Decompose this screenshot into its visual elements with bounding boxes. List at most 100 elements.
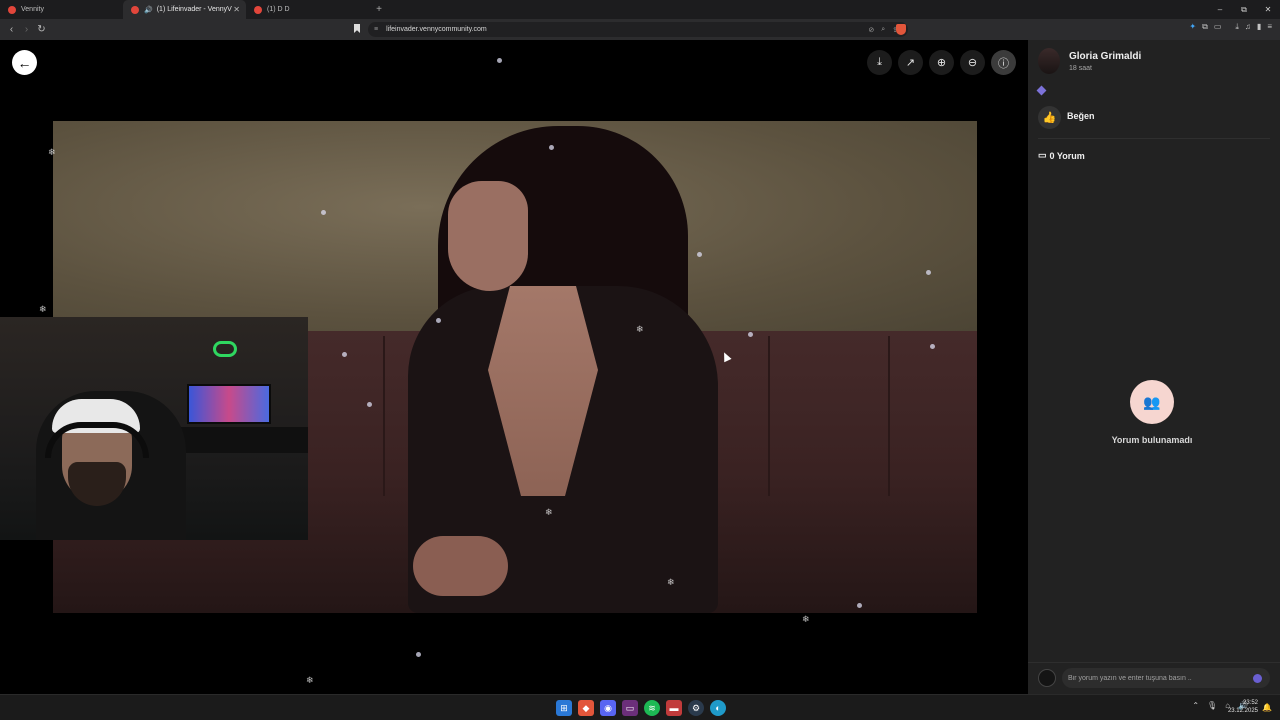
browser-tab-active[interactable]: 🔊 (1) Lifeinvader - VennyV ✕ (123, 0, 246, 19)
no-comments-text: Yorum bulunamadı (1111, 435, 1193, 445)
address-bar-icons: ⊘ ⌕ ⇪ (868, 26, 898, 34)
reload-icon[interactable]: ↻ (34, 24, 49, 35)
windows-taskbar: ⊞ ◆ ◉ ▭ ≋ ▬ ⚙ ◐ ⌃ 🎙 ⌂ 🔊 23:52 23.12.2025… (0, 694, 1280, 720)
comment-count: ▭ 0 Yorum (1038, 150, 1085, 161)
clock-time: 23:52 (1242, 700, 1258, 706)
snow-dot (549, 145, 554, 150)
snow-dot (697, 252, 702, 257)
info-icon: ⓘ (998, 57, 1009, 70)
address-bar[interactable]: ≡ lifeinvader.vennycommunity.com ⊘ ⌕ ⇪ (368, 22, 908, 37)
arrow-left-icon: ← (17, 54, 32, 71)
background-monitor (187, 384, 271, 424)
sofa-seam (383, 336, 385, 496)
comment-input[interactable] (1062, 668, 1270, 688)
notification-icon[interactable]: 🔔 (1262, 703, 1272, 712)
restore-button[interactable]: ⧉ (1232, 5, 1256, 15)
post-side-panel: Gloria Grimaldi 18 saat 👍 Beğen ▭ 0 Yoru… (1028, 40, 1280, 694)
browser-tab[interactable]: (1) D D (246, 0, 369, 19)
taskbar-clock[interactable]: 23:52 23.12.2025 (1228, 699, 1258, 715)
snow-dot (416, 652, 421, 657)
post-time: 18 saat (1069, 65, 1092, 72)
microphone-icon[interactable]: 🎙 (1207, 701, 1217, 710)
zoom-out-button[interactable]: ⊖ (960, 50, 985, 75)
browser-tab[interactable]: Vennity (0, 0, 123, 19)
zoom-in-icon: ⊕ (936, 57, 947, 69)
brave-shields-icon[interactable] (896, 24, 906, 35)
open-external-button[interactable]: ↗ (898, 50, 923, 75)
like-button[interactable]: 👍 (1038, 106, 1061, 129)
discord-icon[interactable]: ◉ (600, 700, 616, 716)
taskbar-apps: ⊞ ◆ ◉ ▭ ≋ ▬ ⚙ ◐ (556, 700, 726, 716)
snow-dot (342, 352, 347, 357)
author-avatar[interactable] (1038, 48, 1060, 74)
download-icon: ⤓ (877, 56, 882, 68)
snow-dot (321, 210, 326, 215)
image-figure-face (448, 181, 528, 291)
app-icon[interactable]: ▬ (666, 700, 682, 716)
back-nav-icon[interactable]: ‹ (4, 24, 19, 35)
translate-icon[interactable]: ✦ (1189, 22, 1196, 32)
xbox-neon-sign (213, 341, 237, 357)
windows-start-icon[interactable]: ⊞ (556, 700, 572, 716)
send-icon[interactable] (1253, 674, 1262, 683)
snow-dot (857, 603, 862, 608)
viewer-toolbar: ⤓ ↗ ⊕ ⊖ ⓘ (867, 50, 1016, 75)
close-window-button[interactable]: ✕ (1256, 5, 1280, 14)
snow-dot (497, 58, 502, 63)
snow-dot (367, 402, 372, 407)
no-comments-icon: 👥 (1130, 380, 1174, 424)
back-button[interactable]: ← (12, 50, 37, 75)
edge-icon[interactable]: ◐ (710, 700, 726, 716)
sofa-seam (768, 336, 770, 496)
snowflake-icon: ❄ (306, 675, 314, 685)
extensions-icon[interactable]: ⧉ (1202, 22, 1208, 32)
snowflake-icon: ❄ (802, 614, 810, 624)
browser-tab-bar: Vennity 🔊 (1) Lifeinvader - VennyV ✕ (1)… (0, 0, 1280, 19)
open-external-icon: ↗ (905, 57, 916, 69)
snowflake-icon: ❄ (667, 577, 675, 587)
zoom-out-icon: ⊖ (967, 57, 978, 69)
forward-nav-icon[interactable]: › (19, 24, 34, 35)
like-label[interactable]: Beğen (1067, 111, 1095, 121)
comments-icon: ▭ (1038, 150, 1047, 160)
author-name[interactable]: Gloria Grimaldi (1069, 51, 1141, 62)
snow-dot (926, 270, 931, 275)
streamer-headphones (45, 422, 149, 458)
media-icon[interactable]: ♫ (1245, 22, 1251, 32)
minimize-button[interactable]: – (1208, 5, 1232, 14)
zoom-icon[interactable]: ⌕ (881, 26, 885, 34)
browser-extension-icons: ✦ ⧉ ▭ ⤓ ♫ ▮ ≡ (1189, 22, 1272, 32)
tab-title: (1) D D (267, 6, 290, 13)
download-manager-icon[interactable]: ⤓ (1235, 22, 1239, 32)
brave-icon[interactable]: ◆ (578, 700, 594, 716)
tab-favicon-icon (131, 5, 139, 14)
image-figure-hands (413, 536, 508, 596)
steam-icon[interactable]: ⚙ (688, 700, 704, 716)
clock-date: 23.12.2025 (1227, 708, 1258, 714)
close-tab-icon[interactable]: ✕ (233, 5, 240, 14)
thumbs-up-icon: 👍 (1042, 112, 1057, 124)
eye-slash-icon[interactable]: ⊘ (868, 26, 874, 34)
wallet-icon[interactable]: ▭ (1214, 22, 1222, 32)
site-settings-icon[interactable]: ≡ (374, 26, 378, 33)
menu-icon[interactable]: ≡ (1267, 22, 1272, 32)
url-text: lifeinvader.vennycommunity.com (386, 26, 487, 33)
download-button[interactable]: ⤓ (867, 50, 892, 75)
info-button[interactable]: ⓘ (991, 50, 1016, 75)
snow-dot (748, 332, 753, 337)
chevron-up-icon[interactable]: ⌃ (1192, 701, 1199, 710)
snowflake-icon: ❄ (39, 304, 47, 314)
comment-composer (1028, 662, 1280, 694)
app-icon[interactable]: ▭ (622, 700, 638, 716)
spotify-icon[interactable]: ≋ (644, 700, 660, 716)
tab-title: (1) Lifeinvader - VennyV (156, 6, 232, 13)
comment-count-label: 0 Yorum (1049, 150, 1085, 161)
tab-favicon-icon (8, 5, 16, 14)
speaker-icon[interactable]: 🔊 (144, 6, 153, 14)
new-tab-button[interactable]: + (371, 4, 387, 15)
window-controls: – ⧉ ✕ (1208, 0, 1280, 19)
user-avatar (1038, 669, 1056, 687)
zoom-in-button[interactable]: ⊕ (929, 50, 954, 75)
webcam-overlay (0, 317, 308, 540)
sidebar-icon[interactable]: ▮ (1257, 22, 1261, 32)
